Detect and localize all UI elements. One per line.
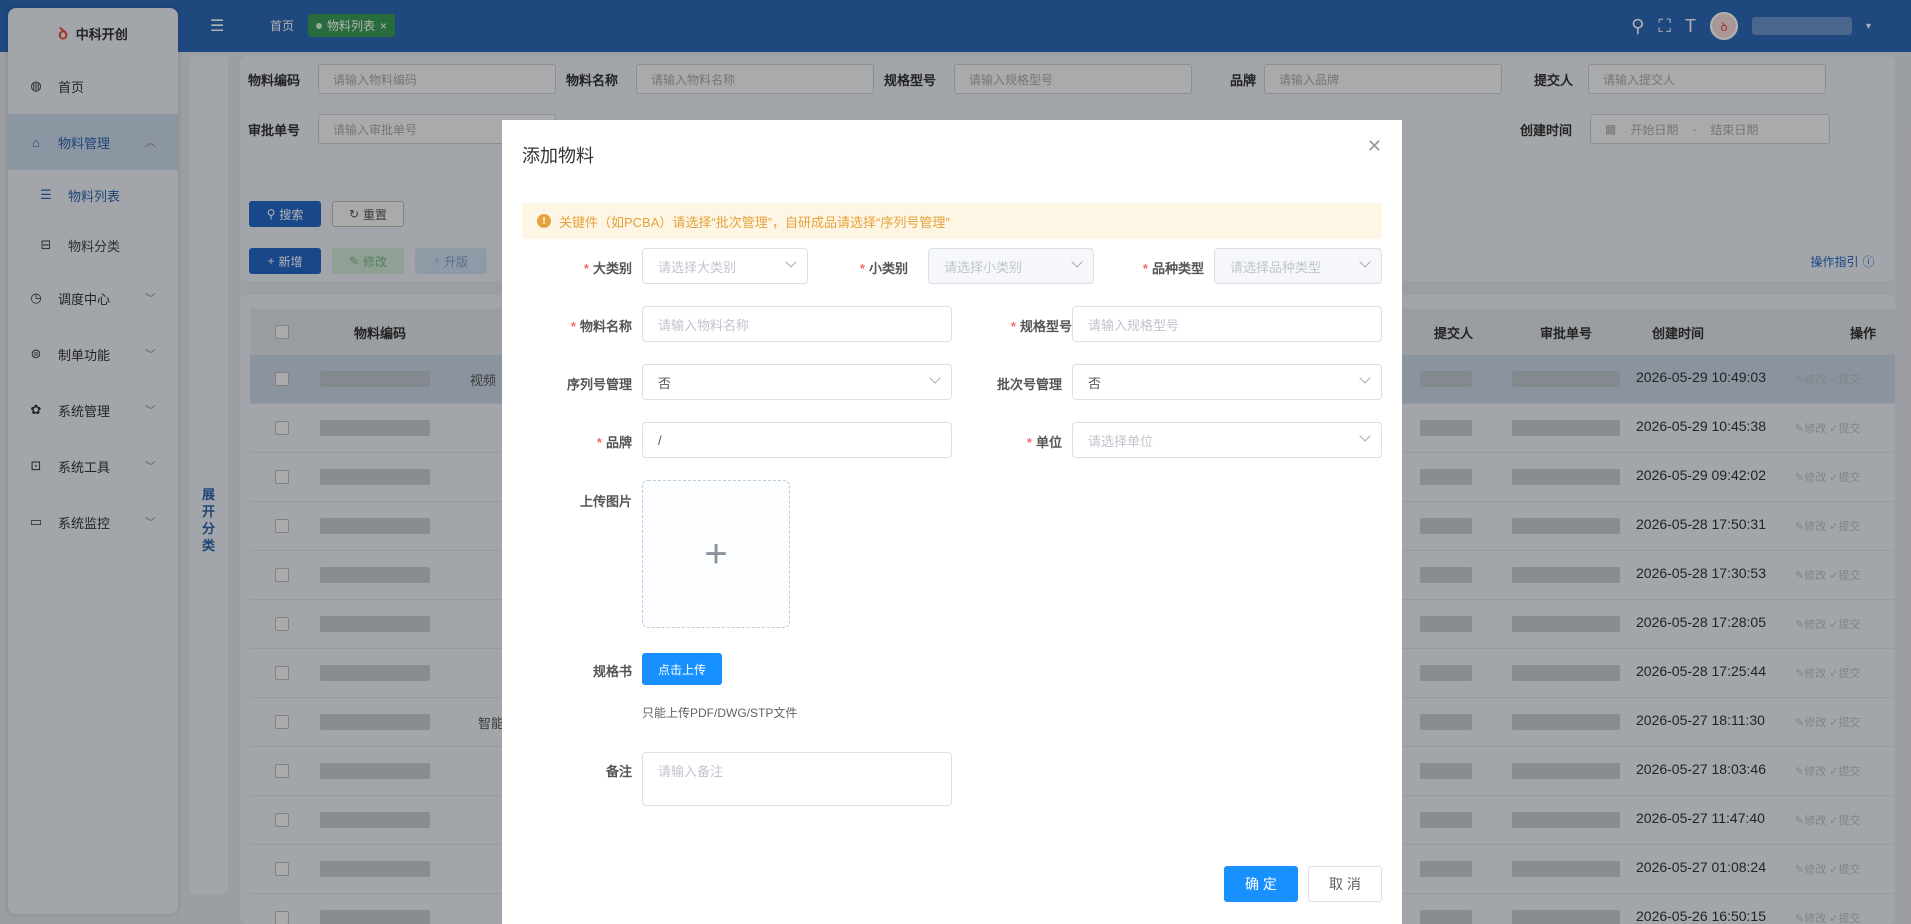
variety-placeholder: 请选择品种类型 <box>1230 259 1322 275</box>
close-icon[interactable]: ✕ <box>1367 136 1382 157</box>
serial-label: 序列号管理 <box>566 377 632 392</box>
minor-placeholder: 请选择小类别 <box>944 259 1023 275</box>
name-input[interactable]: 请输入物料名称 <box>642 306 952 342</box>
manual-label: 规格书 <box>592 664 632 679</box>
unit-label: * 单位 <box>1026 435 1062 450</box>
warning-icon: ! <box>537 214 551 228</box>
chevron-down-icon <box>1071 256 1083 268</box>
major-label: * 大类别 <box>583 261 632 276</box>
spec-input[interactable]: 请输入规格型号 <box>1072 306 1382 342</box>
major-label-text: 大类别 <box>592 261 632 276</box>
unit-placeholder: 请选择单位 <box>1088 433 1154 449</box>
upload-tip: 只能上传PDF/DWG/STP文件 <box>642 706 798 720</box>
remark-label: 备注 <box>605 764 632 779</box>
batch-label: 批次号管理 <box>996 377 1062 392</box>
confirm-button[interactable]: 确 定 <box>1224 866 1298 902</box>
image-label: 上传图片 <box>579 494 632 509</box>
batch-select[interactable]: 否 <box>1072 364 1382 400</box>
chevron-down-icon <box>1359 372 1371 384</box>
chevron-down-icon <box>785 256 797 268</box>
add-material-dialog: 添加物料 ✕ ! 关键件（如PCBA）请选择“批次管理”，自研成品请选择“序列号… <box>502 120 1402 924</box>
major-select[interactable]: 请选择大类别 <box>642 248 808 284</box>
upload-button[interactable]: 点击上传 <box>642 653 722 685</box>
brand-label: * 品牌 <box>596 435 632 450</box>
unit-label-text: 单位 <box>1035 435 1062 450</box>
dialog-title: 添加物料 <box>522 146 594 166</box>
minor-select[interactable]: 请选择小类别 <box>928 248 1094 284</box>
chevron-down-icon <box>1359 430 1371 442</box>
unit-select[interactable]: 请选择单位 <box>1072 422 1382 458</box>
remark-textarea[interactable]: 请输入备注 <box>642 752 952 806</box>
chevron-down-icon <box>1359 256 1371 268</box>
cancel-button[interactable]: 取 消 <box>1308 866 1382 902</box>
spec-label-text: 规格型号 <box>1019 319 1072 334</box>
major-placeholder: 请选择大类别 <box>658 259 737 275</box>
chevron-down-icon <box>929 372 941 384</box>
alert-text: 关键件（如PCBA）请选择“批次管理”，自研成品请选择“序列号管理” <box>559 214 950 230</box>
alert-banner: ! 关键件（如PCBA）请选择“批次管理”，自研成品请选择“序列号管理” <box>522 203 1382 239</box>
variety-label-text: 品种类型 <box>1151 261 1204 276</box>
name-label-text: 物料名称 <box>579 319 632 334</box>
brand-input[interactable]: / <box>642 422 952 458</box>
image-upload-box[interactable]: + <box>642 480 790 628</box>
plus-icon: + <box>704 531 728 576</box>
batch-value: 否 <box>1088 375 1102 391</box>
variety-label: * 品种类型 <box>1142 261 1204 276</box>
serial-select[interactable]: 否 <box>642 364 952 400</box>
spec-label: * 规格型号 <box>1010 319 1072 334</box>
variety-select[interactable]: 请选择品种类型 <box>1214 248 1382 284</box>
brand-label-text: 品牌 <box>605 435 632 450</box>
name-label: * 物料名称 <box>570 319 632 334</box>
serial-value: 否 <box>658 375 672 391</box>
minor-label: * 小类别 <box>859 261 908 276</box>
minor-label-text: 小类别 <box>868 261 908 276</box>
